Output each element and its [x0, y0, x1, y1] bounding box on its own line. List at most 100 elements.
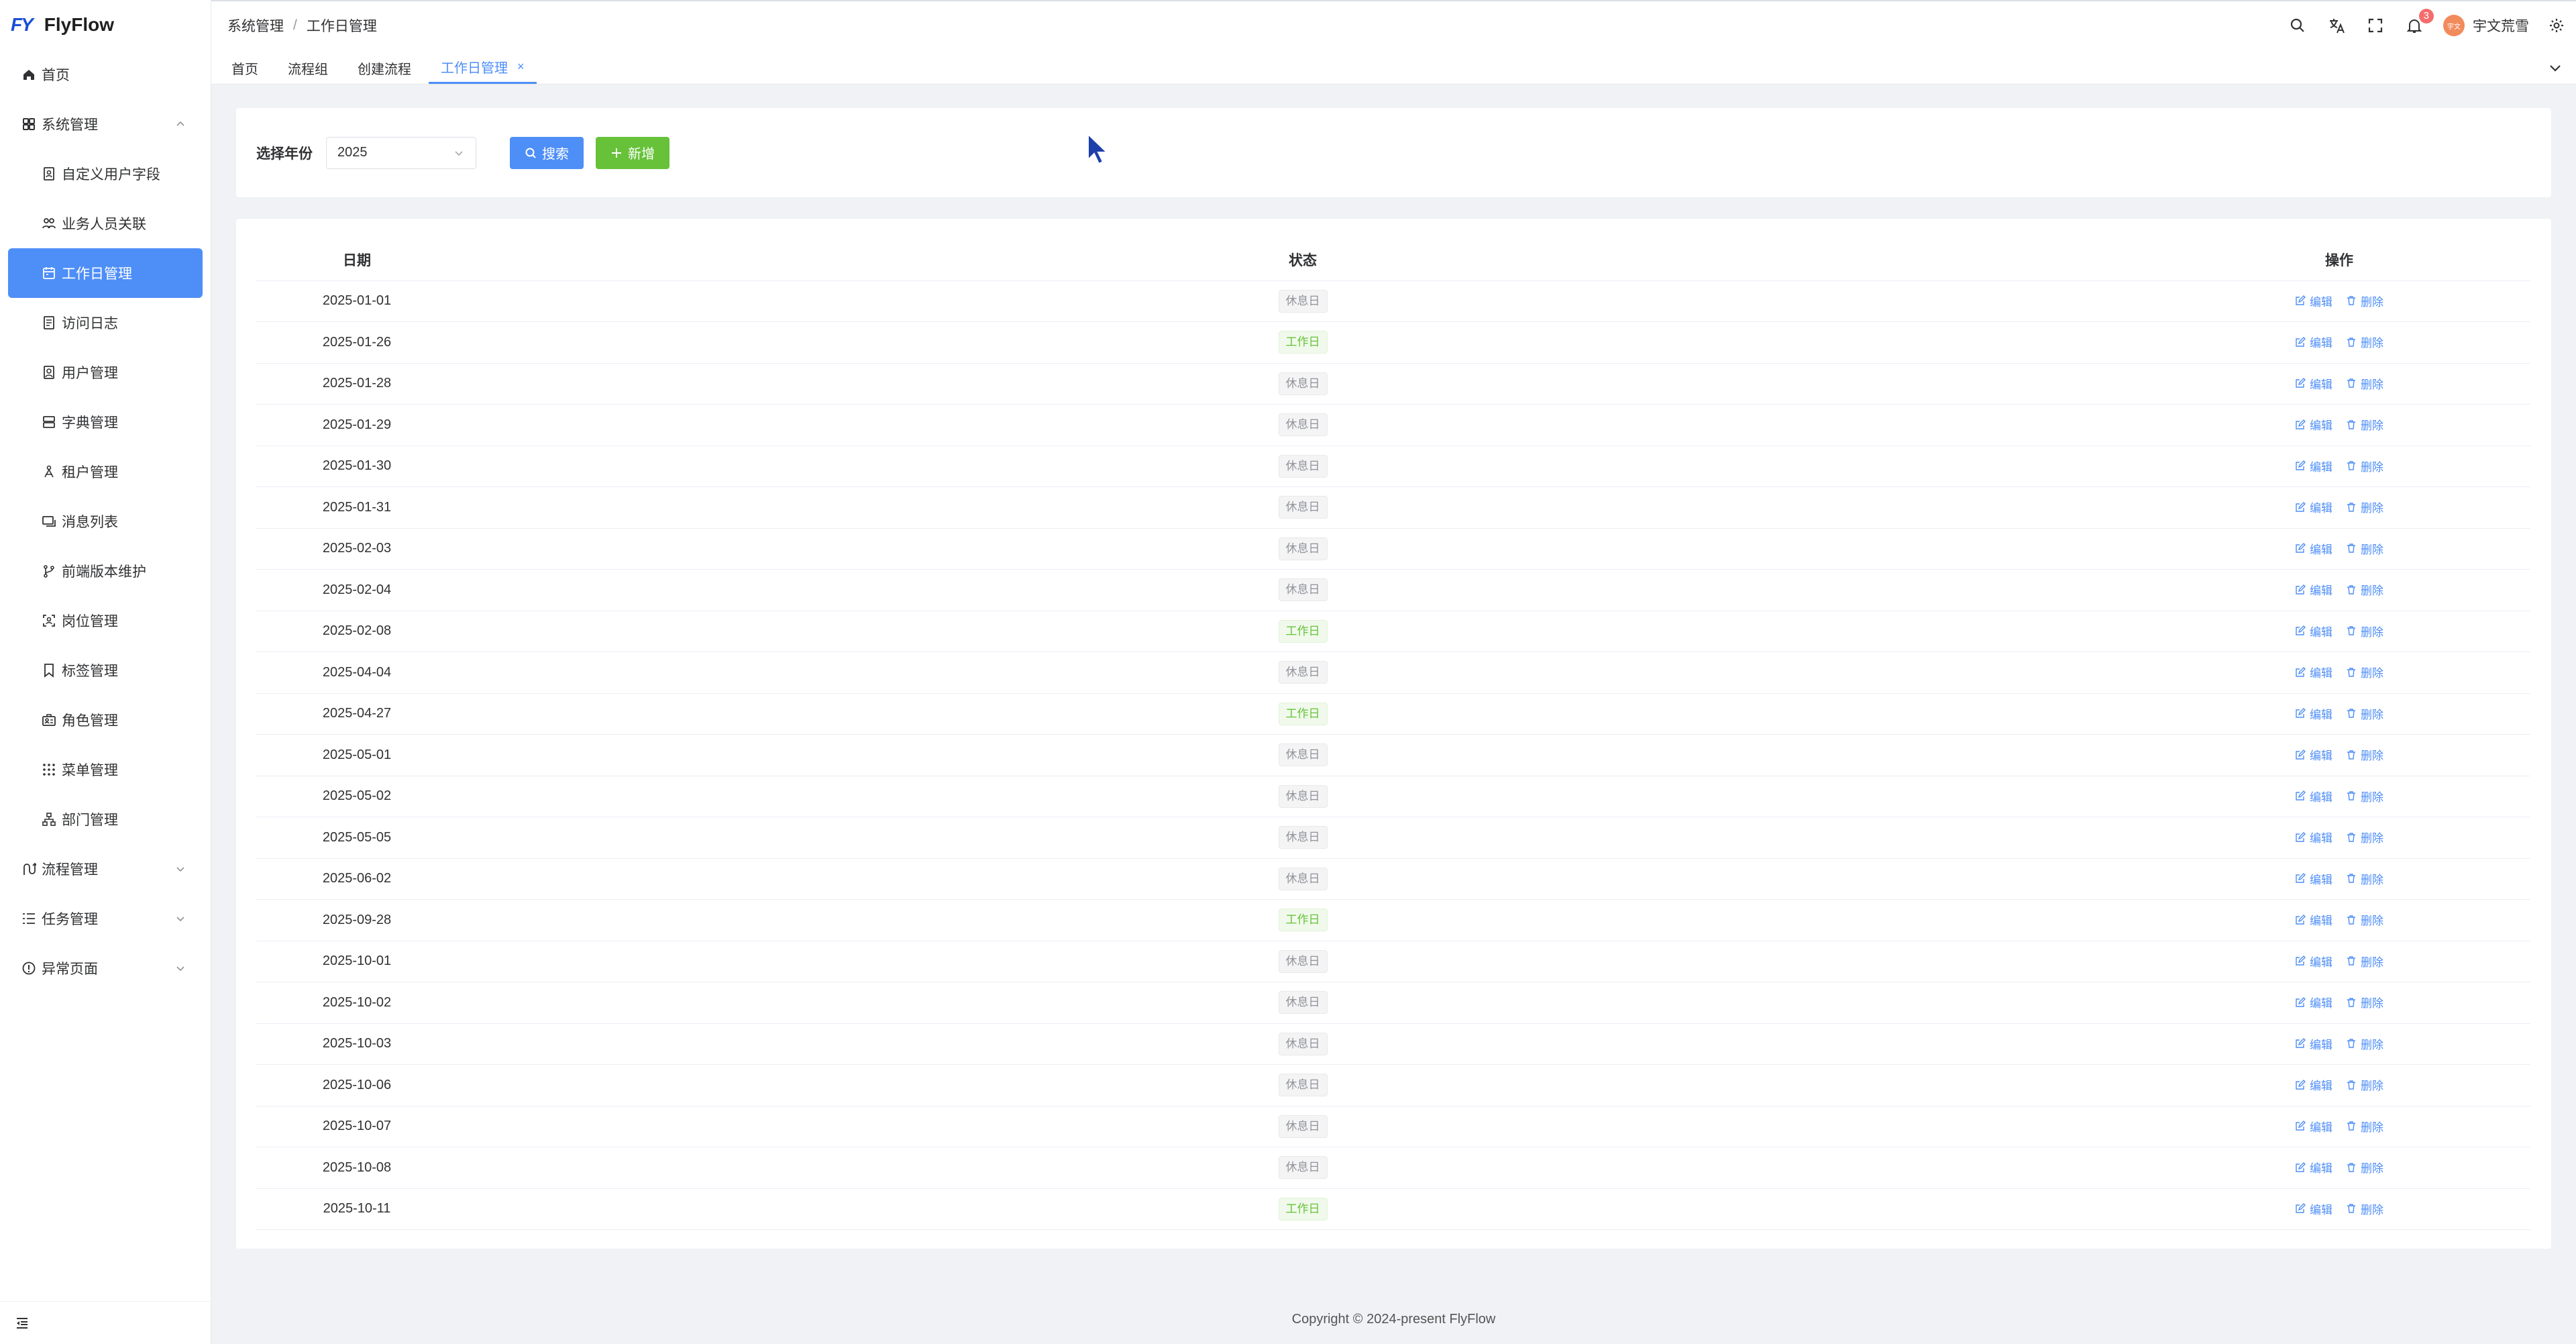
sidebar-item-task[interactable]: 任务管理: [0, 894, 211, 943]
sidebar-item-menu-grid[interactable]: 菜单管理: [0, 745, 211, 794]
sidebar-item-user-field[interactable]: 自定义用户字段: [0, 149, 211, 199]
delete-button[interactable]: 删除: [2346, 664, 2383, 680]
status-badge: 休息日: [1278, 1115, 1328, 1138]
sidebar-item-warning[interactable]: 异常页面: [0, 943, 211, 993]
sidebar-item-role[interactable]: 角色管理: [0, 695, 211, 745]
delete-button[interactable]: 删除: [2346, 1118, 2383, 1135]
delete-button[interactable]: 删除: [2346, 623, 2383, 639]
delete-button[interactable]: 删除: [2346, 540, 2383, 557]
delete-button[interactable]: 删除: [2346, 911, 2383, 928]
tabs-more-chevron-icon[interactable]: [2548, 60, 2563, 75]
edit-button[interactable]: 编辑: [2295, 458, 2332, 474]
edit-button[interactable]: 编辑: [2295, 1159, 2332, 1176]
tab-2[interactable]: 创建流程: [345, 52, 423, 84]
delete-button[interactable]: 删除: [2346, 1035, 2383, 1052]
logo[interactable]: FY FlyFlow: [0, 0, 211, 50]
sidebar-item-tag[interactable]: 标签管理: [0, 645, 211, 695]
delete-button[interactable]: 删除: [2346, 333, 2383, 350]
sidebar-item-tenant[interactable]: 租户管理: [0, 447, 211, 497]
edit-button[interactable]: 编辑: [2295, 746, 2332, 763]
search-icon[interactable]: [2289, 17, 2306, 34]
delete-button[interactable]: 删除: [2346, 293, 2383, 309]
delete-button[interactable]: 删除: [2346, 1159, 2383, 1176]
sidebar-item-flow[interactable]: 流程管理: [0, 844, 211, 894]
status-cell: 工作日: [458, 321, 2148, 364]
delete-button[interactable]: 删除: [2346, 416, 2383, 433]
sidebar-item-message[interactable]: 消息列表: [0, 497, 211, 546]
edit-button[interactable]: 编辑: [2295, 788, 2332, 805]
sidebar-item-branch[interactable]: 前端版本维护: [0, 546, 211, 596]
delete-button[interactable]: 删除: [2346, 870, 2383, 887]
delete-button[interactable]: 删除: [2346, 746, 2383, 763]
app-root: FY FlyFlow 首页 系统管理 自定义用户字段 业务人员关联 工作日管理 访问日志用…: [0, 0, 2576, 1344]
edit-button[interactable]: 编辑: [2295, 664, 2332, 680]
edit-button[interactable]: 编辑: [2295, 375, 2332, 392]
edit-button[interactable]: 编辑: [2295, 1076, 2332, 1093]
search-button[interactable]: 搜索: [510, 136, 584, 169]
delete-button[interactable]: 删除: [2346, 499, 2383, 515]
settings-gear-icon[interactable]: [2548, 17, 2565, 34]
log-icon: [42, 315, 56, 330]
edit-button[interactable]: 编辑: [2295, 333, 2332, 350]
plus-icon: [610, 147, 623, 159]
edit-button[interactable]: 编辑: [2295, 1118, 2332, 1135]
delete-button[interactable]: 删除: [2346, 581, 2383, 598]
edit-button[interactable]: 编辑: [2295, 416, 2332, 433]
breadcrumb-item-system[interactable]: 系统管理: [227, 15, 284, 36]
tab-3[interactable]: 工作日管理 ×: [429, 52, 537, 84]
edit-button[interactable]: 编辑: [2295, 293, 2332, 309]
delete-button[interactable]: 删除: [2346, 788, 2383, 805]
delete-button[interactable]: 删除: [2346, 1200, 2383, 1217]
tab-0[interactable]: 首页: [219, 52, 270, 84]
sidebar-item-users[interactable]: 业务人员关联: [0, 199, 211, 248]
edit-button[interactable]: 编辑: [2295, 994, 2332, 1011]
user-menu[interactable]: 宇文 宇文荒雪: [2443, 15, 2529, 36]
chevron-down-icon: [176, 966, 184, 972]
edit-button[interactable]: 编辑: [2295, 829, 2332, 845]
sidebar-item-dictionary[interactable]: 字典管理: [0, 397, 211, 447]
sidebar-item-apps[interactable]: 系统管理: [0, 99, 211, 149]
delete-button[interactable]: 删除: [2346, 705, 2383, 722]
delete-button[interactable]: 删除: [2346, 953, 2383, 970]
status-badge: 休息日: [1278, 661, 1328, 684]
edit-button[interactable]: 编辑: [2295, 911, 2332, 928]
search-button-label: 搜索: [542, 147, 569, 162]
edit-button[interactable]: 编辑: [2295, 499, 2332, 515]
fullscreen-icon[interactable]: [2367, 17, 2384, 34]
add-button[interactable]: 新增: [596, 136, 669, 169]
edit-button[interactable]: 编辑: [2295, 1035, 2332, 1052]
tab-1[interactable]: 流程组: [276, 52, 340, 84]
delete-button[interactable]: 删除: [2346, 1076, 2383, 1093]
delete-button[interactable]: 删除: [2346, 375, 2383, 392]
sidebar-item-home[interactable]: 首页: [0, 50, 211, 99]
edit-label: 编辑: [2310, 749, 2332, 762]
actions-cell: 编辑 删除: [2148, 652, 2530, 694]
sidebar-item-label: 字典管理: [62, 415, 118, 431]
sidebar-item-org[interactable]: 部门管理: [0, 794, 211, 844]
date-cell: 2025-01-30: [256, 446, 458, 487]
edit-button[interactable]: 编辑: [2295, 581, 2332, 598]
date-cell: 2025-02-03: [256, 528, 458, 570]
sidebar-item-label: 首页: [42, 68, 70, 83]
edit-button[interactable]: 编辑: [2295, 953, 2332, 970]
edit-button[interactable]: 编辑: [2295, 540, 2332, 557]
delete-button[interactable]: 删除: [2346, 829, 2383, 845]
edit-button[interactable]: 编辑: [2295, 623, 2332, 639]
sidebar-item-user[interactable]: 用户管理: [0, 348, 211, 397]
notification-bell-icon[interactable]: 3: [2406, 9, 2434, 34]
delete-button[interactable]: 删除: [2346, 458, 2383, 474]
edit-button[interactable]: 编辑: [2295, 870, 2332, 887]
collapse-sidebar-button[interactable]: [0, 1301, 211, 1344]
year-select[interactable]: 2025: [326, 136, 476, 169]
edit-button[interactable]: 编辑: [2295, 705, 2332, 722]
sidebar-item-log[interactable]: 访问日志: [0, 298, 211, 348]
org-icon: [42, 812, 56, 827]
delete-button[interactable]: 删除: [2346, 994, 2383, 1011]
sidebar-item-position[interactable]: 岗位管理: [0, 596, 211, 645]
edit-button[interactable]: 编辑: [2295, 1200, 2332, 1217]
actions-cell: 编辑 删除: [2148, 280, 2530, 322]
translate-icon[interactable]: [2328, 17, 2345, 34]
edit-label: 编辑: [2310, 419, 2332, 432]
close-tab-icon[interactable]: ×: [517, 60, 525, 74]
sidebar-item-calendar[interactable]: 工作日管理: [8, 248, 203, 298]
